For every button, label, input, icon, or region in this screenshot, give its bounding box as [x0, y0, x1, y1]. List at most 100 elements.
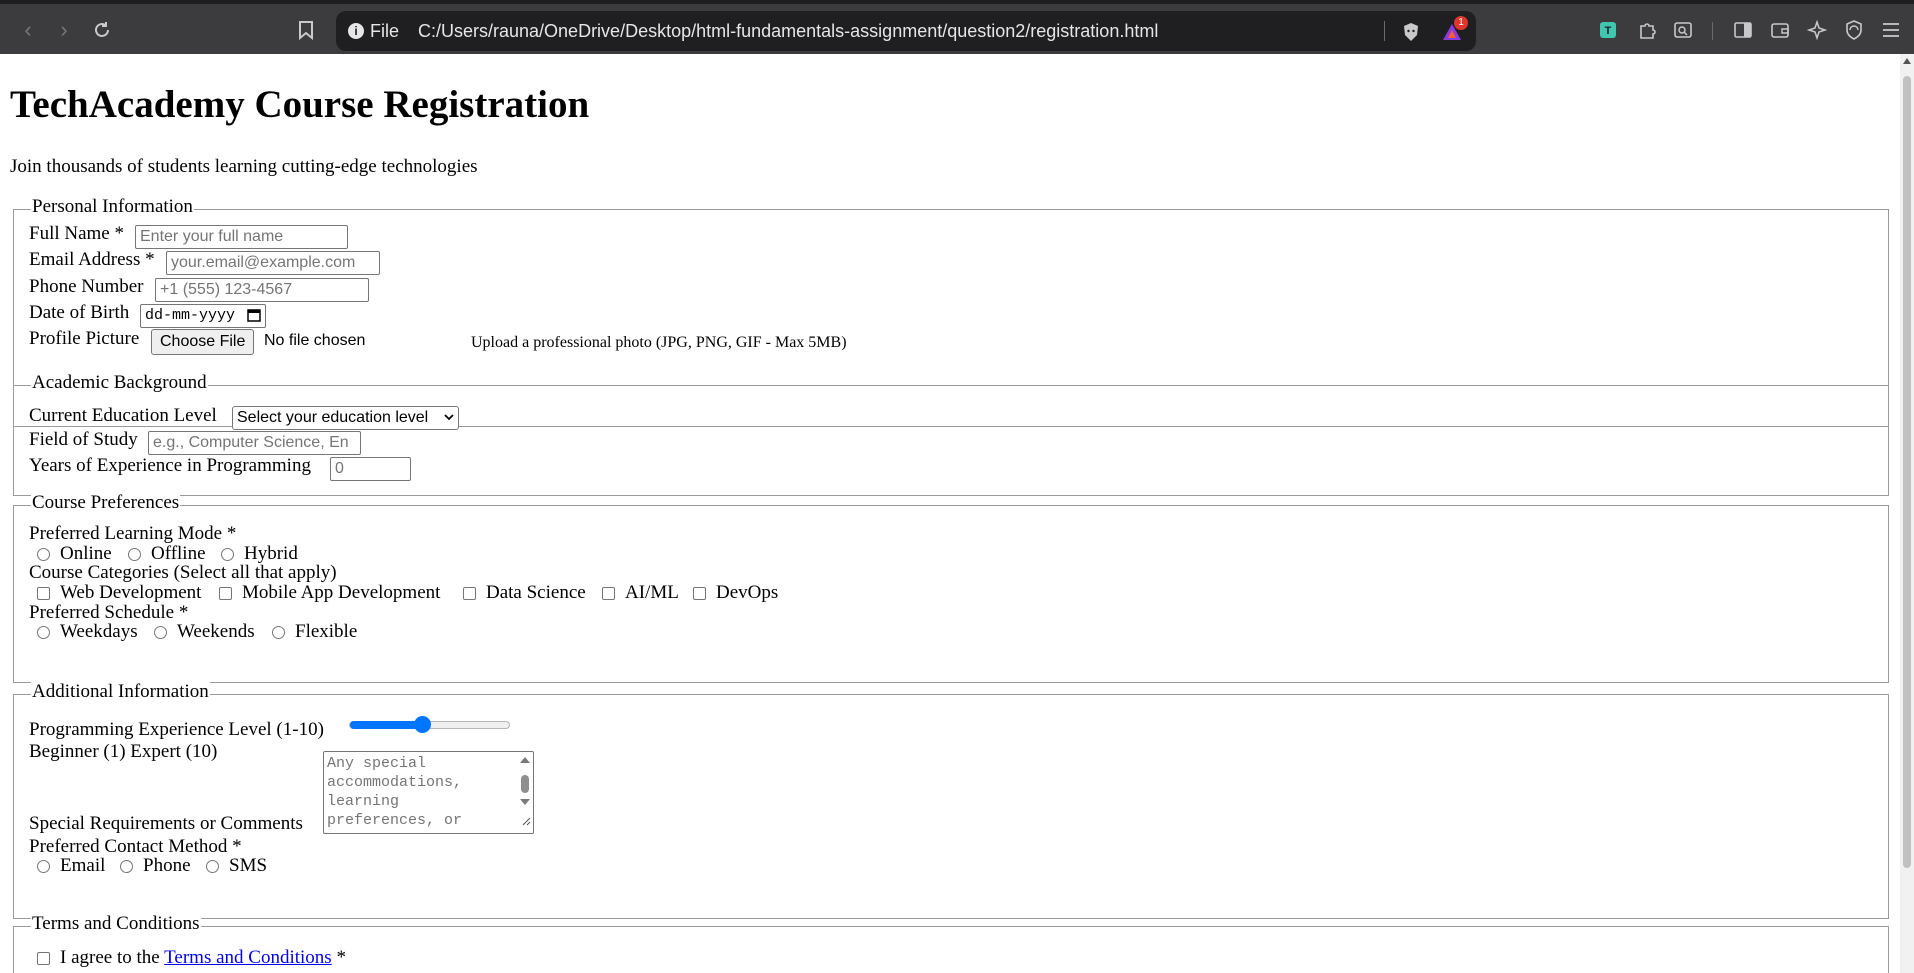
academic-background-legend: Academic Background: [31, 372, 208, 394]
profile-picture-label: Profile Picture: [29, 328, 140, 349]
mode-offline-radio[interactable]: [128, 548, 141, 561]
agree-terms-checkbox[interactable]: [37, 952, 50, 965]
svg-text:T: T: [1605, 25, 1612, 37]
address-bar[interactable]: i File C:/Users/rauna/OneDrive/Desktop/h…: [336, 11, 1476, 51]
course-preferences-legend: Course Preferences: [31, 492, 181, 514]
personal-information-legend: Personal Information: [31, 196, 194, 218]
agree-terms-text: I agree to the Terms and Conditions *: [60, 947, 346, 969]
vpn-shield-icon[interactable]: [1843, 19, 1865, 41]
page-title: TechAcademy Course Registration: [10, 83, 590, 126]
choose-file-button[interactable]: Choose File: [151, 329, 255, 355]
scrollbar-thumb[interactable]: [1903, 76, 1911, 868]
category-mobile-label: Mobile App Development: [242, 582, 441, 603]
wallet-icon[interactable]: [1769, 19, 1791, 41]
forward-icon[interactable]: ›: [50, 16, 78, 44]
full-name-label: Full Name *: [29, 223, 124, 244]
experience-slider-thumb[interactable]: [414, 716, 431, 733]
no-file-chosen-text: No file chosen: [264, 332, 366, 349]
dob-input[interactable]: dd-mm-yyyy: [140, 304, 266, 328]
phone-input[interactable]: +1 (555) 123-4567: [155, 278, 369, 302]
education-level-select[interactable]: Select your education level: [232, 406, 459, 430]
notification-badge: 1: [1454, 16, 1468, 30]
menu-icon[interactable]: [1880, 19, 1902, 41]
browser-toolbar: ‹ › i File C:/Users/rauna/OneDrive/Deskt…: [0, 0, 1914, 54]
experience-level-slider[interactable]: [349, 716, 510, 733]
comments-textarea[interactable]: Any special accommodations, learning pre…: [323, 751, 534, 834]
mode-hybrid-radio[interactable]: [221, 548, 234, 561]
page-content: TechAcademy Course Registration Join tho…: [0, 54, 1900, 973]
profile-picture-hint: Upload a professional photo (JPG, PNG, G…: [471, 334, 847, 351]
experience-slider-fill: [350, 721, 423, 729]
category-web-checkbox[interactable]: [37, 587, 50, 600]
textarea-scrollbar[interactable]: [518, 753, 532, 819]
brave-shields-icon[interactable]: [1400, 21, 1422, 43]
terms-section: Terms and Conditions I agree to the Term…: [13, 913, 1889, 973]
agree-suffix: *: [336, 947, 346, 968]
phone-label: Phone Number: [29, 276, 144, 297]
field-of-study-input[interactable]: e.g., Computer Science, En: [148, 431, 361, 455]
textarea-scroll-arrows-icon: [520, 757, 530, 805]
schedule-flexible-label: Flexible: [295, 621, 358, 642]
agree-prefix: I agree to the: [60, 947, 160, 968]
contact-email-radio[interactable]: [37, 860, 50, 873]
calendar-icon[interactable]: [247, 308, 261, 327]
category-aiml-label: AI/ML: [625, 582, 679, 603]
resize-handle-icon[interactable]: [521, 813, 531, 832]
bookmark-icon[interactable]: [292, 16, 320, 44]
schedule-weekdays-radio[interactable]: [37, 626, 50, 639]
category-mobile-checkbox[interactable]: [219, 587, 232, 600]
contact-email-label: Email: [60, 855, 106, 876]
terms-legend: Terms and Conditions: [31, 913, 201, 935]
category-devops-checkbox[interactable]: [693, 587, 706, 600]
years-experience-input[interactable]: 0: [330, 457, 411, 481]
schedule-weekends-radio[interactable]: [154, 626, 167, 639]
schedule-flexible-radio[interactable]: [272, 626, 285, 639]
extension-t-icon[interactable]: T: [1598, 20, 1618, 40]
field-of-study-label: Field of Study: [29, 429, 138, 450]
academic-background-section: Academic Background Current Education Le…: [13, 372, 1889, 496]
reload-icon[interactable]: [88, 16, 116, 44]
url-text[interactable]: C:/Users/rauna/OneDrive/Desktop/html-fun…: [418, 21, 1158, 42]
email-input[interactable]: your.email@example.com: [166, 251, 380, 275]
education-level-label: Current Education Level: [29, 405, 217, 426]
mode-online-radio[interactable]: [37, 548, 50, 561]
additional-information-section: Additional Information Programming Exper…: [13, 681, 1889, 919]
brave-rewards-icon[interactable]: 1: [1438, 16, 1468, 45]
chevron-down-icon: [444, 409, 454, 431]
extensions-puzzle-icon[interactable]: [1636, 19, 1658, 41]
additional-information-legend: Additional Information: [31, 681, 210, 703]
course-preferences-section: Course Preferences Preferred Learning Mo…: [13, 492, 1889, 683]
education-level-selected: Select your education level: [237, 409, 429, 426]
dob-value: dd-mm-yyyy: [145, 307, 236, 324]
learning-mode-label: Preferred Learning Mode *: [29, 523, 237, 544]
comments-label: Special Requirements or Comments: [29, 813, 303, 834]
schedule-weekends-label: Weekends: [177, 621, 255, 642]
contact-sms-radio[interactable]: [206, 860, 219, 873]
terms-link[interactable]: Terms and Conditions: [164, 947, 332, 968]
experience-level-label: Programming Experience Level (1-10): [29, 719, 324, 740]
page-subtitle: Join thousands of students learning cutt…: [10, 156, 478, 177]
contact-sms-label: SMS: [229, 855, 268, 876]
schedule-weekdays-label: Weekdays: [60, 621, 138, 642]
contact-phone-label: Phone: [143, 855, 191, 876]
full-name-input[interactable]: Enter your full name: [135, 225, 348, 249]
category-data-science-checkbox[interactable]: [463, 587, 476, 600]
file-scheme-label: File: [370, 21, 400, 41]
category-data-science-label: Data Science: [486, 582, 586, 603]
search-page-icon[interactable]: [1672, 19, 1694, 41]
category-aiml-checkbox[interactable]: [602, 587, 615, 600]
category-web-label: Web Development: [60, 582, 202, 603]
sidebar-icon[interactable]: [1732, 19, 1754, 41]
back-icon[interactable]: ‹: [14, 16, 42, 44]
address-divider: [1384, 21, 1385, 41]
category-devops-label: DevOps: [716, 582, 779, 603]
contact-phone-radio[interactable]: [120, 860, 133, 873]
site-info-icon[interactable]: i: [348, 23, 364, 39]
email-label: Email Address *: [29, 249, 155, 270]
page-scrollbar[interactable]: [1900, 54, 1914, 973]
dob-label: Date of Birth: [29, 302, 130, 323]
years-experience-label: Years of Experience in Programming: [29, 455, 311, 476]
leo-ai-icon[interactable]: [1806, 19, 1828, 41]
scroll-up-icon[interactable]: [1903, 58, 1911, 64]
experience-scale-hint: Beginner (1) Expert (10): [29, 741, 218, 762]
